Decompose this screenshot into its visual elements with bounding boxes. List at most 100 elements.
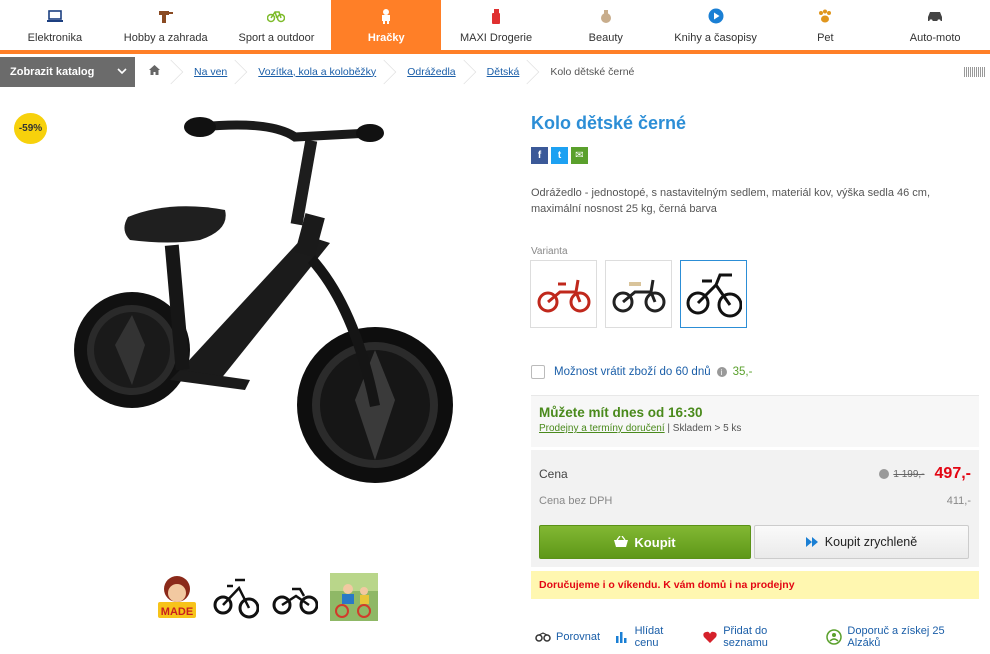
nav-item-label: Hračky (367, 32, 405, 44)
return-option-price: 35,- (732, 366, 753, 378)
price-row: Cena 1 199,- 497,- (539, 465, 971, 483)
nav-item-drogerie[interactable]: MAXI Drogerie (441, 0, 551, 50)
price-box: Cena 1 199,- 497,- Cena bez DPH 411,- Ko… (531, 450, 979, 567)
buy-button[interactable]: Koupit (539, 525, 751, 559)
compare-action[interactable]: Porovnat (535, 630, 600, 644)
compare-label: Porovnat (556, 631, 601, 643)
nav-item-label: Hobby a zahrada (123, 32, 208, 44)
drill-icon (157, 8, 175, 24)
availability-sub: Prodejny a termíny doručení | Skladem > … (539, 423, 971, 434)
nav-item-beauty[interactable]: Beauty (551, 0, 661, 50)
return-option-checkbox[interactable] (531, 365, 545, 379)
nav-item-label: Sport a outdoor (238, 32, 315, 44)
thumbnail-kids-photo[interactable] (329, 572, 379, 622)
breadcrumb-current: Kolo dětské černé (550, 65, 635, 78)
stores-delivery-link[interactable]: Prodejny a termíny doručení (539, 423, 665, 434)
variant-picker (530, 260, 747, 328)
car-icon (926, 8, 944, 24)
category-nav: Elektronika Hobby a zahrada Sport a outd… (0, 0, 990, 54)
laptop-icon (46, 8, 64, 24)
current-price: 497,- (934, 465, 971, 482)
spray-bottle-icon (487, 8, 505, 24)
nav-item-hobby[interactable]: Hobby a zahrada (110, 0, 222, 50)
variant-label: Varianta (531, 246, 568, 257)
play-circle-icon (707, 8, 725, 24)
thumbnail-strip: MADE (152, 572, 379, 622)
fast-forward-icon (805, 537, 819, 547)
info-icon[interactable]: i (716, 367, 727, 377)
compare-icon (535, 630, 551, 644)
nav-item-hracky[interactable]: Hračky (331, 0, 442, 50)
net-price-label: Cena bez DPH (539, 495, 613, 507)
barcode-icon (964, 67, 986, 77)
product-title: Kolo dětské černé (531, 113, 687, 133)
variant-black[interactable] (680, 260, 747, 328)
nav-item-elektronika[interactable]: Elektronika (0, 0, 110, 50)
net-price-row: Cena bez DPH 411,- (539, 495, 971, 507)
breadcrumb-item[interactable]: Na ven (180, 57, 248, 87)
product-actions: Porovnat Hlídat cenu Přidat do seznamu D… (535, 625, 990, 649)
nav-item-auto[interactable]: Auto-moto (880, 0, 990, 50)
breadcrumb-bar: Zobrazit katalog Na ven Vozítka, kola a … (0, 56, 990, 87)
original-price: 1 199,- (893, 468, 925, 480)
fast-buy-button[interactable]: Koupit zrychleně (754, 525, 969, 559)
perfume-icon (597, 8, 615, 24)
breadcrumb-item[interactable]: Vozítka, kola a koloběžky (244, 57, 397, 87)
twitter-share-icon[interactable]: t (551, 147, 568, 164)
nav-item-knihy[interactable]: Knihy a časopisy (661, 0, 771, 50)
breadcrumb-link[interactable]: Vozítka, kola a koloběžky (258, 66, 376, 78)
availability-box: Můžete mít dnes od 16:30 Prodejny a term… (531, 395, 979, 447)
price-watch-action[interactable]: Hlídat cenu (614, 625, 689, 649)
recommend-label: Doporuč a získej 25 Alzáků (847, 625, 945, 649)
price-values: 1 199,- 497,- (879, 465, 971, 483)
fast-buy-button-label: Koupit zrychleně (824, 535, 918, 549)
share-buttons: f t ✉ (531, 147, 588, 164)
show-catalog-button[interactable]: Zobrazit katalog (0, 56, 135, 87)
price-watch-label: Hlídat cenu (634, 625, 664, 649)
net-price-value: 411,- (946, 495, 971, 507)
facebook-share-icon[interactable]: f (531, 147, 548, 164)
product-main-image[interactable] (70, 105, 470, 535)
catalog-button-label: Zobrazit katalog (10, 65, 95, 78)
paw-icon (816, 8, 834, 24)
breadcrumb-home[interactable] (135, 57, 184, 87)
heart-icon (703, 630, 719, 644)
bicycle-icon (267, 8, 286, 24)
thumbnail-bike-side[interactable] (270, 572, 320, 622)
email-share-icon[interactable]: ✉ (571, 147, 588, 164)
toy-robot-icon (377, 8, 395, 24)
variant-black-beige[interactable] (605, 260, 672, 328)
breadcrumb-item[interactable]: Dětská (473, 57, 540, 87)
thumbnail-brand-logo[interactable]: MADE (152, 572, 202, 622)
availability-headline: Můžete mít dnes od 16:30 (539, 405, 703, 420)
nav-item-label: Auto-moto (909, 32, 961, 44)
thumbnail-bike-front[interactable] (211, 572, 261, 622)
add-to-list-action[interactable]: Přidat do seznamu (703, 625, 813, 649)
breadcrumb-item[interactable]: Odrážedla (393, 57, 476, 87)
stock-status: | Skladem > 5 ks (664, 423, 742, 434)
buy-button-label: Koupit (634, 534, 676, 550)
delivery-note: Doručujeme i o víkendu. K vám domů i na … (531, 571, 979, 599)
product-description: Odrážedlo - jednostopé, s nastavitelným … (531, 187, 931, 215)
breadcrumb-link[interactable]: Odrážedla (407, 66, 455, 78)
nav-item-label: MAXI Drogerie (459, 32, 533, 44)
price-info-icon[interactable] (879, 469, 890, 479)
recommend-action[interactable]: Doporuč a získej 25 Alzáků (826, 625, 976, 649)
recommend-icon (826, 629, 843, 645)
discount-badge: -59% (14, 113, 47, 144)
return-option-label[interactable]: Možnost vrátit zboží do 60 dnů (554, 366, 711, 378)
nav-item-sport[interactable]: Sport a outdoor (222, 0, 332, 50)
basket-icon (614, 536, 629, 548)
breadcrumb: Na ven Vozítka, kola a koloběžky Odrážed… (135, 56, 990, 87)
add-to-list-label: Přidat do seznamu (723, 625, 768, 649)
svg-text:MADE: MADE (161, 606, 193, 618)
nav-item-label: Pet (817, 32, 834, 44)
variant-red[interactable] (530, 260, 597, 328)
return-option: Možnost vrátit zboží do 60 dnů i 35,- (531, 365, 752, 379)
price-watch-icon (614, 630, 630, 644)
nav-item-label: Knihy a časopisy (674, 32, 757, 44)
chevron-down-icon (117, 66, 127, 78)
nav-item-label: Elektronika (27, 32, 83, 44)
nav-item-pet[interactable]: Pet (770, 0, 880, 50)
nav-item-label: Beauty (588, 32, 623, 44)
